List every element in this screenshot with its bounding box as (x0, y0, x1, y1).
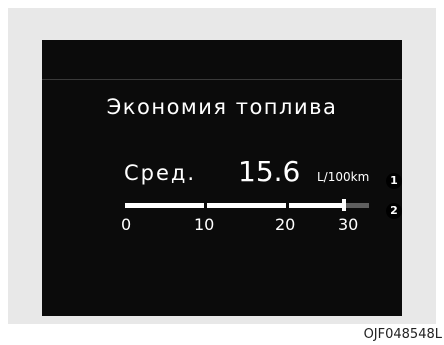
display-title: Экономия топлива (106, 95, 338, 119)
scale-tick-label: 10 (194, 215, 215, 234)
fuel-economy-bar-fill (125, 203, 346, 208)
bar-segment-gap (204, 203, 207, 208)
average-fuel-economy-value: 15.6 (238, 155, 301, 188)
bar-segment-gap (286, 203, 289, 208)
callout-2-badge: 2 (386, 203, 402, 219)
average-label: Сред. (124, 161, 197, 185)
scale-tick-label: 30 (338, 215, 359, 234)
fuel-economy-bar (125, 199, 369, 211)
scale-tick-label: 20 (275, 215, 296, 234)
fuel-economy-unit: L/100km (317, 170, 370, 184)
display-divider (42, 79, 402, 80)
callout-1-badge: 1 (386, 173, 402, 189)
fuel-economy-bar-marker (342, 199, 346, 211)
figure-code: OJF048548L (363, 327, 442, 342)
cluster-display: Экономия топлива Сред. 15.6 L/100km 0 10… (42, 40, 402, 316)
scale-tick-label: 0 (121, 215, 132, 234)
